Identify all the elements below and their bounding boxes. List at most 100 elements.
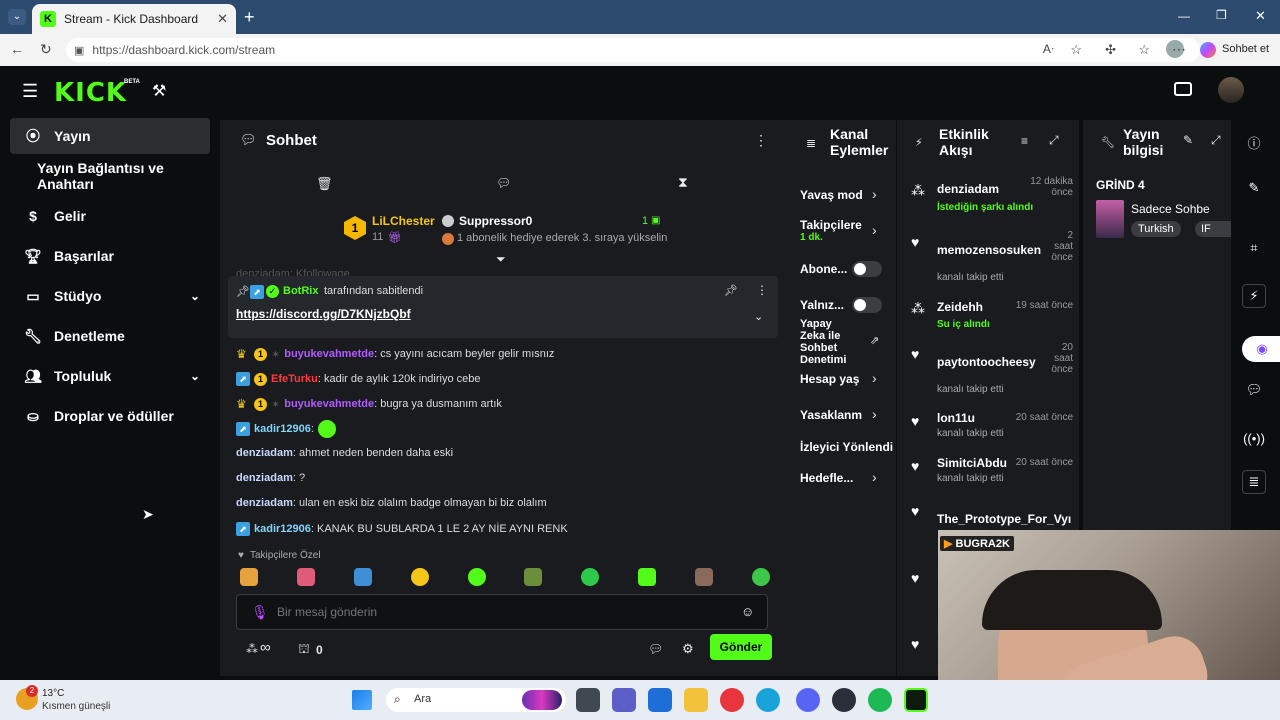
followers-only-label[interactable]: Takipçilere	[800, 218, 862, 232]
emote-icon[interactable]	[467, 568, 486, 586]
emote-icon[interactable]	[296, 568, 315, 586]
tag-chip[interactable]: Turkish	[1131, 221, 1181, 237]
category-name[interactable]: Sadece Sohbe	[1131, 202, 1223, 216]
favorites-icon[interactable]: ☆	[1138, 42, 1150, 58]
broadcast-icon[interactable]: ((•))	[1242, 426, 1266, 450]
activity-user[interactable]: SimitciAbdu	[937, 456, 1007, 470]
activity-user[interactable]: lon11u	[937, 411, 975, 425]
opera-icon[interactable]	[720, 688, 744, 712]
treasure-chest-icon[interactable]: ⛫	[298, 641, 310, 659]
chat-message-input[interactable]	[277, 603, 717, 621]
window-close-icon[interactable]: ✕	[1255, 8, 1266, 24]
unpin-icon[interactable]: 📌︎	[724, 284, 738, 297]
gift-box-icon[interactable]	[1174, 82, 1192, 96]
sidebar-item-studyo[interactable]: ▭ Stüdyo ⌄	[10, 278, 210, 314]
camera-switch-icon[interactable]: ⌗	[1242, 236, 1266, 260]
chat-username[interactable]: EfeTurku	[271, 373, 318, 385]
emote-icon[interactable]	[410, 568, 429, 586]
tab-list-chevron-icon[interactable]: ⌄	[8, 9, 26, 25]
chevron-right-icon[interactable]: ›	[872, 186, 877, 202]
taskbar-search[interactable]: ⌕ Ara	[386, 688, 566, 712]
chat-username[interactable]: kadir12906	[254, 523, 311, 535]
copilot-chat-label[interactable]: Sohbet et	[1222, 43, 1269, 55]
refresh-icon[interactable]: ↻	[40, 41, 52, 58]
extensions-icon[interactable]: ✣	[1105, 42, 1116, 58]
chat-more-icon[interactable]: ⋮	[754, 132, 768, 149]
chat-username[interactable]: buyukevahmetde	[284, 348, 374, 360]
file-explorer-icon[interactable]	[684, 688, 708, 712]
chat-rules-icon[interactable]: 💬︎	[648, 642, 663, 656]
favorite-star-icon[interactable]: ☆	[1070, 42, 1082, 58]
chat-username[interactable]: denziadam	[236, 472, 293, 484]
obs-icon[interactable]	[832, 688, 856, 712]
read-aloud-icon[interactable]: Aᐧ	[1043, 42, 1054, 56]
emoji-picker-icon[interactable]: ☺	[741, 604, 754, 619]
sidebar-item-yayin[interactable]: ⦿ Yayın	[10, 118, 210, 154]
second-gifter-name[interactable]: Suppressor0	[459, 214, 532, 228]
kick-app-icon[interactable]	[904, 688, 928, 712]
kick-logo[interactable]: KICK	[54, 78, 127, 108]
popout-icon[interactable]: ⤢	[1049, 133, 1059, 148]
chat-username[interactable]: denziadam	[236, 497, 293, 509]
hamburger-menu-icon[interactable]: ☰	[22, 81, 38, 102]
back-icon[interactable]: ←	[10, 41, 24, 57]
sidebar-item-stream-key[interactable]: Yayın Bağlantısı ve Anahtarı	[10, 158, 210, 194]
viewer-redirect-label[interactable]: İzleyici Yönlendi	[800, 440, 893, 454]
emote-only-toggle[interactable]	[852, 297, 882, 313]
user-avatar[interactable]	[1218, 77, 1244, 103]
top-gifter-name[interactable]: LiLChester	[372, 214, 435, 228]
chat-username[interactable]: denziadam	[236, 447, 293, 459]
activity-user[interactable]: The_Prototype_For_Vyı	[937, 512, 1071, 526]
site-info-icon[interactable]: ▣	[74, 44, 84, 57]
windows-start-icon[interactable]	[352, 690, 372, 710]
send-button[interactable]: Gönder	[710, 634, 772, 660]
address-bar[interactable]: ▣ https://dashboard.kick.com/stream Aᐧ ☆…	[66, 38, 1200, 62]
ai-mod-line1[interactable]: Yapay	[800, 318, 832, 330]
ai-mod-line4[interactable]: Denetimi	[800, 354, 846, 366]
list-icon[interactable]: ≣	[1242, 470, 1266, 494]
activity-user[interactable]: paytontoocheesy	[937, 355, 1036, 369]
ai-mod-line2[interactable]: Zeka ile	[800, 330, 840, 342]
task-view-icon[interactable]	[576, 688, 600, 712]
teams-icon[interactable]	[612, 688, 636, 712]
external-link-icon[interactable]: ⇗	[870, 334, 879, 347]
category-thumbnail[interactable]	[1096, 200, 1124, 238]
more-menu-icon[interactable]: ⋯	[1172, 41, 1186, 58]
activity-user[interactable]: memozensosuken	[937, 243, 1041, 257]
popout-icon[interactable]: ⤢	[1211, 133, 1221, 148]
emote-icon[interactable]	[581, 568, 600, 586]
emote-icon[interactable]	[751, 568, 770, 586]
spotify-icon[interactable]	[868, 688, 892, 712]
expand-chevron-icon[interactable]: ⌄	[754, 310, 763, 323]
emote-icon[interactable]	[638, 568, 657, 586]
microphone-icon[interactable]: 🎙︎	[251, 604, 269, 621]
chevron-right-icon[interactable]: ›	[872, 469, 877, 485]
subscriber-only-toggle[interactable]	[852, 261, 882, 277]
banned-words-label[interactable]: Yasaklanm	[800, 408, 862, 422]
info-icon[interactable]: ⓘ	[1242, 130, 1266, 154]
discord-icon[interactable]	[796, 688, 820, 712]
chevron-right-icon[interactable]: ›	[872, 370, 877, 386]
trash-icon[interactable]: 🗑︎	[316, 176, 333, 192]
filter-icon[interactable]: ≡	[1021, 134, 1028, 148]
account-age-label[interactable]: Hesap yaş	[800, 372, 859, 386]
activity-user[interactable]: denziadam	[937, 182, 999, 196]
chevron-right-icon[interactable]: ›	[872, 222, 877, 238]
chat-username[interactable]: buyukevahmetde	[284, 398, 374, 410]
edge-icon[interactable]	[756, 688, 780, 712]
sidebar-item-topluluk[interactable]: 👥︎ Topluluk ⌄	[10, 358, 210, 394]
chevron-right-icon[interactable]: ›	[872, 406, 877, 422]
pinned-more-icon[interactable]: ⋮	[756, 283, 768, 297]
targets-label[interactable]: Hedefle...	[800, 471, 853, 485]
activity-user[interactable]: Zeidehh	[937, 300, 983, 314]
new-tab-icon[interactable]: +	[244, 7, 255, 28]
emote-icon[interactable]	[695, 568, 713, 586]
tag-chip[interactable]: IF	[1195, 221, 1231, 237]
settings-gear-icon[interactable]: ⚙	[682, 641, 694, 657]
edit-pencil-icon[interactable]: ✎	[1183, 133, 1193, 147]
sidebar-item-denetleme[interactable]: 🔧︎ Denetleme	[10, 318, 210, 354]
chat-icon[interactable]: 💬︎	[1242, 378, 1266, 402]
collapse-arrow-icon[interactable]: ⏷	[496, 252, 506, 267]
tab-close-icon[interactable]: ✕	[217, 11, 228, 27]
pinned-message[interactable]: 📌︎ ⬈ ✓ BotRix tarafından sabitlendi 📌︎ ⋮…	[228, 276, 778, 338]
